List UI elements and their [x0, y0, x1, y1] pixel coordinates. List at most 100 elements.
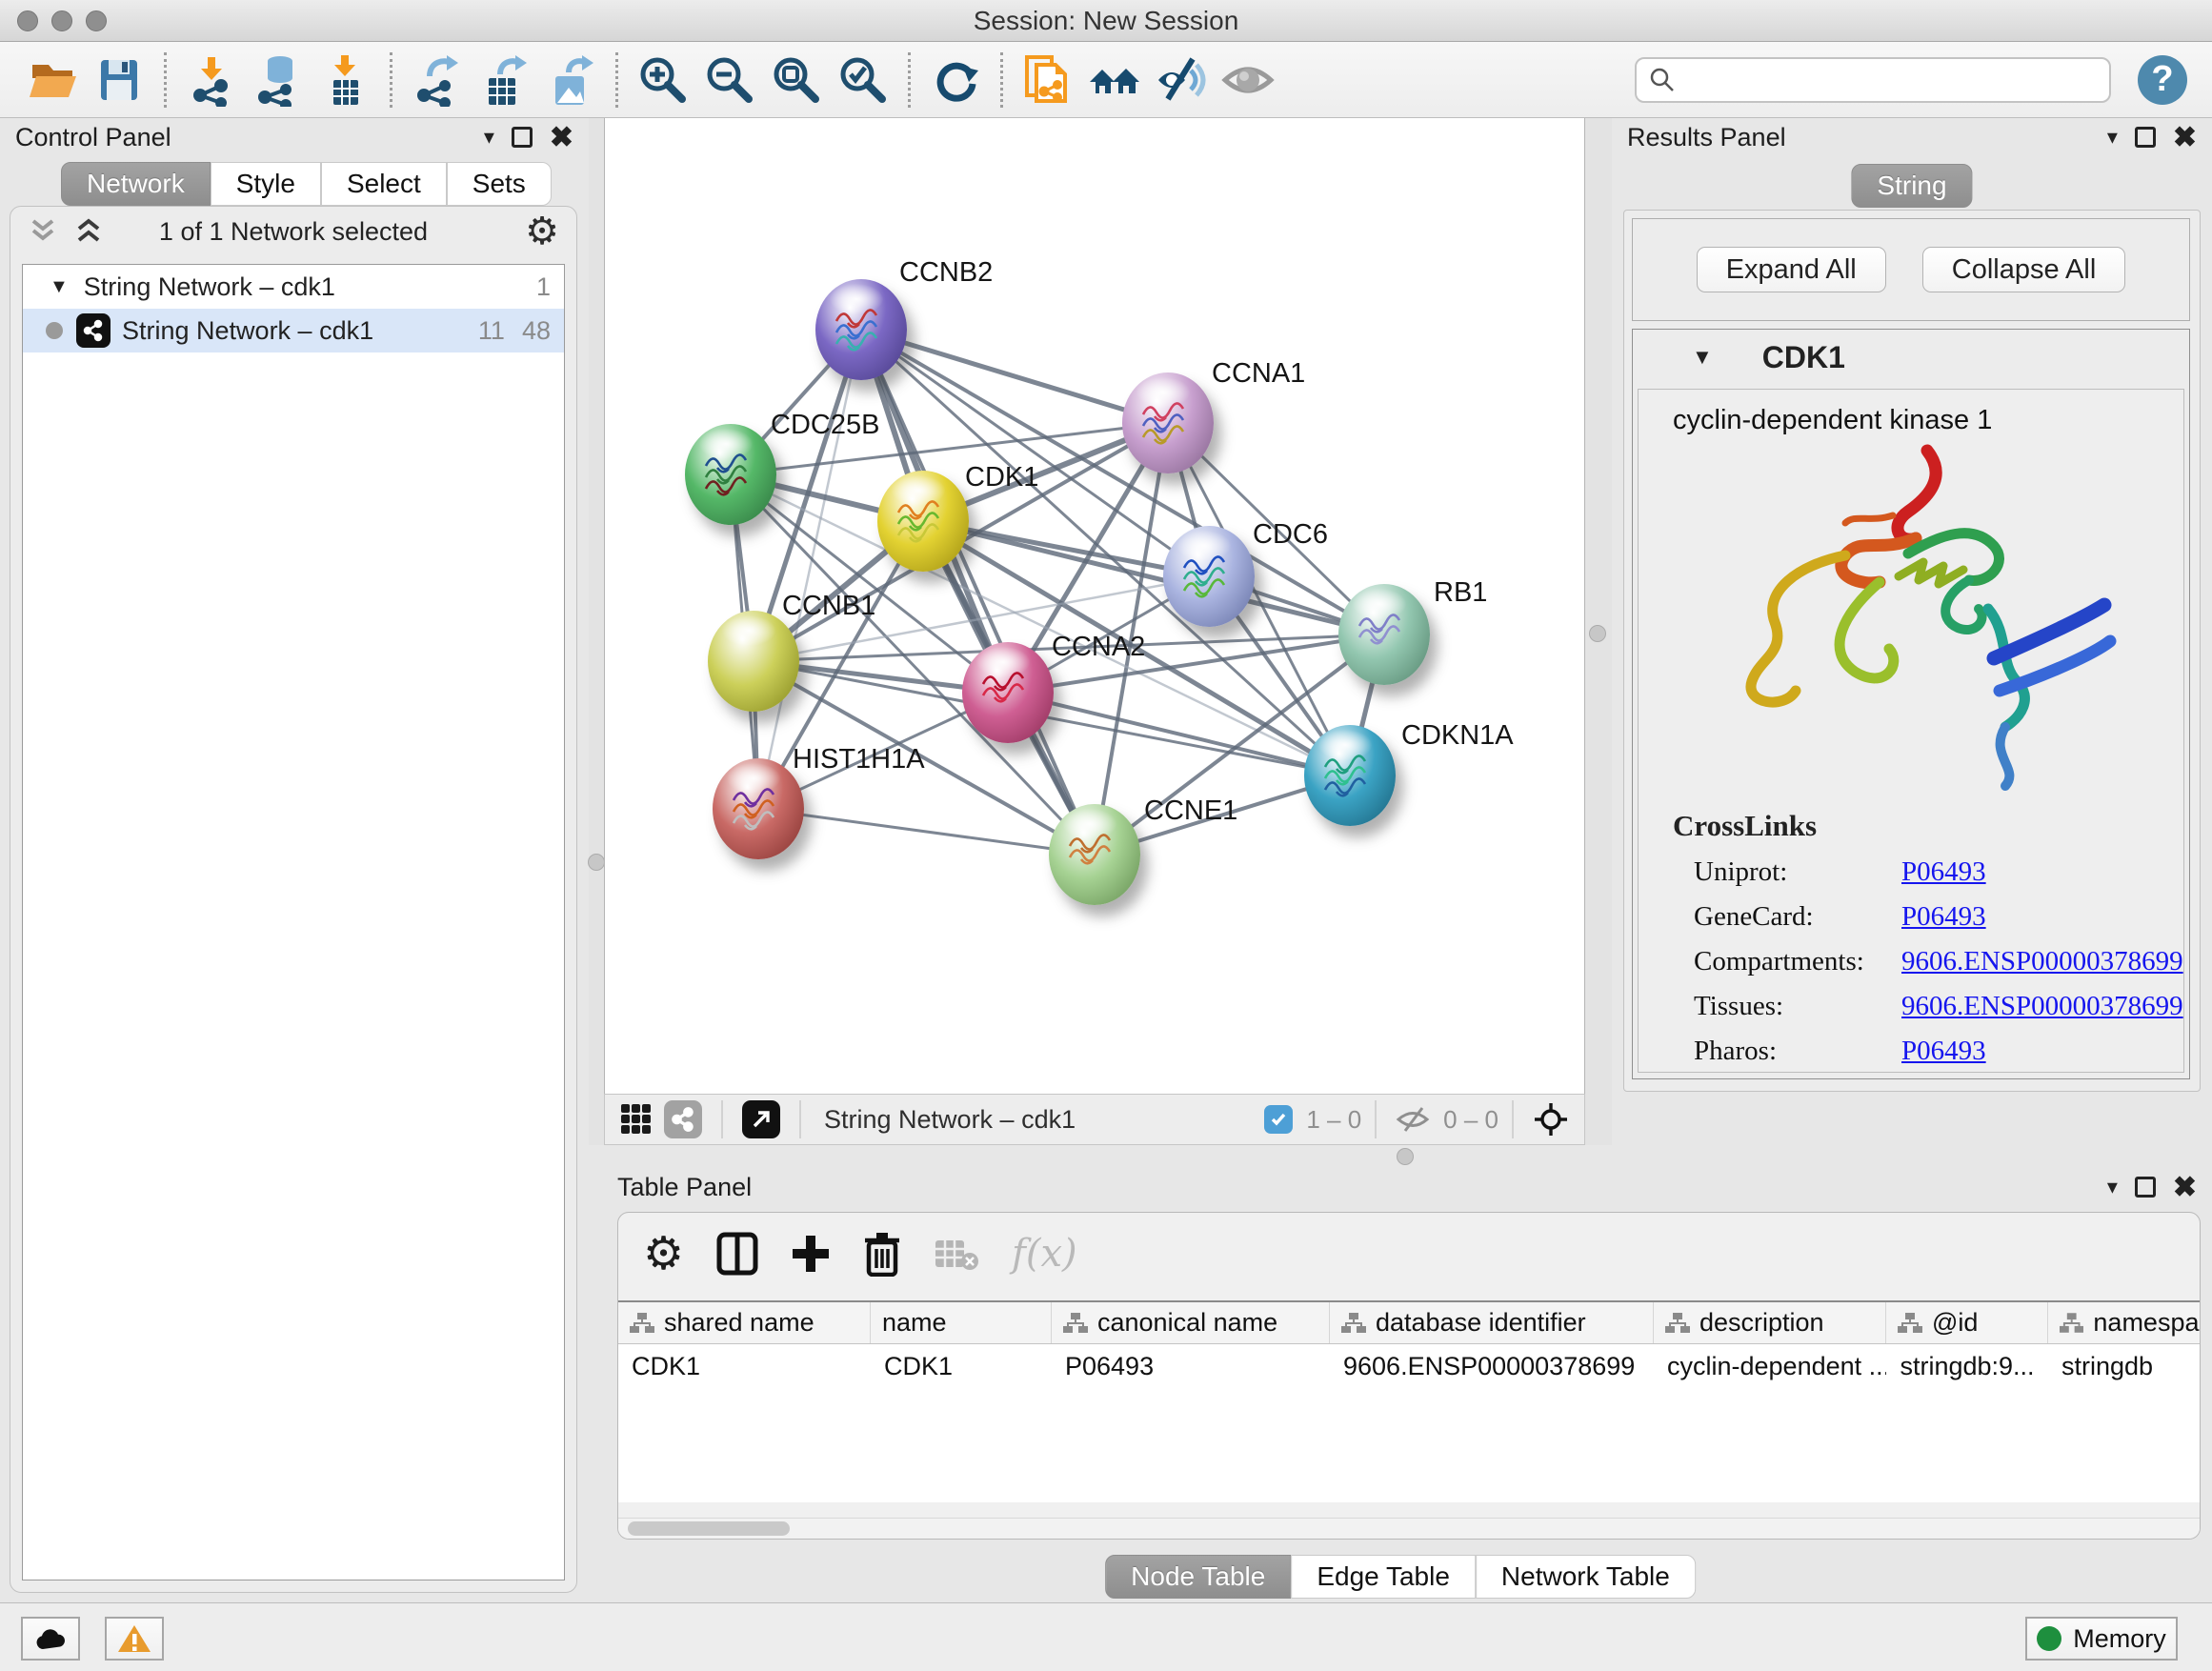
network-node-CDC6[interactable] — [1163, 526, 1255, 627]
tab-select[interactable]: Select — [321, 162, 447, 206]
panel-float-icon[interactable] — [2135, 1177, 2156, 1198]
splitter-handle[interactable] — [1589, 625, 1606, 642]
refresh-icon[interactable] — [926, 50, 985, 110]
network-share-icon[interactable] — [664, 1100, 702, 1138]
tab-network[interactable]: Network — [61, 162, 211, 206]
save-session-icon[interactable] — [90, 50, 149, 110]
scrollbar-thumb[interactable] — [628, 1521, 790, 1536]
tab-network-table[interactable]: Network Table — [1476, 1555, 1696, 1599]
table-options-gear-icon[interactable]: ⚙ — [643, 1227, 684, 1280]
selected-count: 1 – 0 — [1306, 1105, 1361, 1135]
panel-collapse-icon[interactable]: ▾ — [2107, 1175, 2118, 1199]
share-file-icon[interactable] — [1018, 50, 1077, 110]
panel-float-icon[interactable] — [2135, 127, 2156, 148]
function-builder-icon[interactable]: f(x) — [1012, 1232, 1077, 1276]
network-node-CCNE1[interactable] — [1049, 804, 1140, 905]
network-collection-row[interactable]: ▼ String Network – cdk1 1 — [23, 265, 564, 309]
panel-collapse-icon[interactable]: ▾ — [2107, 125, 2118, 150]
table-cell[interactable]: 9606.ENSP00000378699 — [1330, 1344, 1654, 1388]
search-input[interactable] — [1677, 65, 2077, 94]
network-node-RB1[interactable] — [1338, 584, 1430, 685]
splitter-handle[interactable] — [1397, 1148, 1414, 1165]
network-row[interactable]: String Network – cdk1 11 48 — [23, 309, 564, 352]
left-splitter[interactable] — [589, 118, 604, 1145]
table-cell[interactable]: CDK1 — [871, 1344, 1052, 1388]
panel-float-icon[interactable] — [512, 127, 533, 148]
show-panel-icon[interactable] — [1218, 50, 1277, 110]
tab-edge-table[interactable]: Edge Table — [1291, 1555, 1476, 1599]
column-header-shared-name[interactable]: shared name — [618, 1302, 871, 1343]
column-header-database-identifier[interactable]: database identifier — [1330, 1302, 1654, 1343]
table-row[interactable]: CDK1CDK1P064939606.ENSP00000378699cyclin… — [618, 1344, 2201, 1388]
column-header-@id[interactable]: @id — [1886, 1302, 2048, 1343]
expand-all-button[interactable]: Expand All — [1697, 247, 1886, 292]
home-icon[interactable] — [1085, 50, 1144, 110]
birds-eye-view-icon[interactable] — [742, 1100, 780, 1138]
network-node-CCNA1[interactable] — [1122, 372, 1214, 473]
column-header-name[interactable]: name — [871, 1302, 1052, 1343]
column-header-namespace[interactable]: namespace — [2048, 1302, 2201, 1343]
table-cell[interactable]: CDK1 — [618, 1344, 871, 1388]
crosslink-link[interactable]: 9606.ENSP00000378699 — [1901, 991, 2183, 1022]
delete-table-icon[interactable] — [934, 1235, 979, 1273]
bottom-splitter[interactable] — [589, 1145, 2212, 1168]
table-horizontal-scrollbar[interactable] — [618, 1518, 2201, 1539]
crosslink-link[interactable]: P06493 — [1901, 901, 1986, 933]
hidden-eye-icon[interactable] — [1396, 1105, 1430, 1134]
crosslink-link[interactable]: 9606.ENSP00000378699 — [1901, 946, 2183, 977]
tab-string[interactable]: String — [1851, 164, 1972, 208]
network-node-CDKN1A[interactable] — [1304, 725, 1396, 826]
network-node-CCNB2[interactable] — [815, 279, 907, 380]
search-field[interactable] — [1635, 57, 2111, 103]
panel-close-icon[interactable]: ✖ — [550, 121, 573, 154]
network-node-CCNB1[interactable] — [708, 611, 799, 712]
zoom-selected-icon[interactable] — [834, 50, 893, 110]
import-table-icon[interactable] — [315, 50, 374, 110]
export-table-icon[interactable] — [474, 50, 533, 110]
show-columns-icon[interactable] — [716, 1232, 758, 1276]
table-cell[interactable]: stringdb:9... — [1886, 1344, 2048, 1388]
network-node-CCNA2[interactable] — [962, 642, 1054, 743]
cloud-button[interactable] — [21, 1617, 80, 1661]
warning-button[interactable] — [105, 1617, 164, 1661]
network-node-CDK1[interactable] — [877, 471, 969, 572]
network-node-HIST1H1A[interactable] — [713, 758, 804, 859]
tree-expander-icon[interactable]: ▼ — [50, 276, 69, 298]
zoom-fit-icon[interactable] — [767, 50, 826, 110]
tab-node-table[interactable]: Node Table — [1105, 1555, 1291, 1599]
export-network-icon[interactable] — [408, 50, 467, 110]
table-cell[interactable]: cyclin-dependent ... — [1654, 1344, 1886, 1388]
crosslink-link[interactable]: P06493 — [1901, 856, 1986, 888]
collapse-all-button[interactable]: Collapse All — [1922, 247, 2126, 292]
hide-panel-icon[interactable] — [1152, 50, 1211, 110]
panel-collapse-icon[interactable]: ▾ — [484, 125, 494, 150]
column-header-description[interactable]: description — [1654, 1302, 1886, 1343]
panel-close-icon[interactable]: ✖ — [2173, 121, 2197, 154]
tab-sets[interactable]: Sets — [447, 162, 552, 206]
help-icon[interactable]: ? — [2138, 55, 2187, 105]
add-column-icon[interactable] — [791, 1234, 831, 1274]
export-image-icon[interactable] — [541, 50, 600, 110]
right-splitter[interactable] — [1585, 118, 1612, 1145]
network-node-CDC25B[interactable] — [685, 424, 776, 525]
table-cell[interactable]: stringdb — [2048, 1344, 2201, 1388]
open-session-icon[interactable] — [23, 50, 82, 110]
column-header-canonical-name[interactable]: canonical name — [1052, 1302, 1330, 1343]
tab-style[interactable]: Style — [211, 162, 321, 206]
splitter-handle[interactable] — [588, 854, 605, 871]
zoom-out-icon[interactable] — [700, 50, 759, 110]
center-view-icon[interactable] — [1533, 1101, 1569, 1137]
delete-column-icon[interactable] — [863, 1231, 901, 1277]
selected-checkbox-icon[interactable] — [1264, 1105, 1293, 1134]
grid-view-icon[interactable] — [620, 1103, 653, 1136]
memory-button[interactable]: Memory — [2025, 1617, 2178, 1661]
network-canvas[interactable]: CCNB2CCNA1CDC25BCDK1CDC6RB1CCNB1CCNA2CDK… — [604, 118, 1585, 1094]
table-cell[interactable]: P06493 — [1052, 1344, 1330, 1388]
node-result-header[interactable]: ▼ CDK1 — [1633, 330, 2189, 385]
entry-expander-icon[interactable]: ▼ — [1692, 345, 1713, 370]
zoom-in-icon[interactable] — [633, 50, 693, 110]
import-database-icon[interactable] — [249, 50, 308, 110]
crosslink-link[interactable]: P06493 — [1901, 1036, 1986, 1067]
import-network-icon[interactable] — [182, 50, 241, 110]
panel-close-icon[interactable]: ✖ — [2173, 1171, 2197, 1204]
